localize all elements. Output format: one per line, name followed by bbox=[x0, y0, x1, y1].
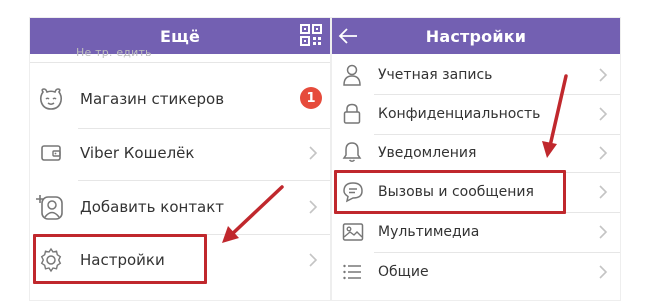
annotation-arrows bbox=[222, 74, 568, 243]
arrow-to-settings bbox=[222, 185, 284, 243]
arrow-to-calls-messages bbox=[542, 74, 568, 158]
